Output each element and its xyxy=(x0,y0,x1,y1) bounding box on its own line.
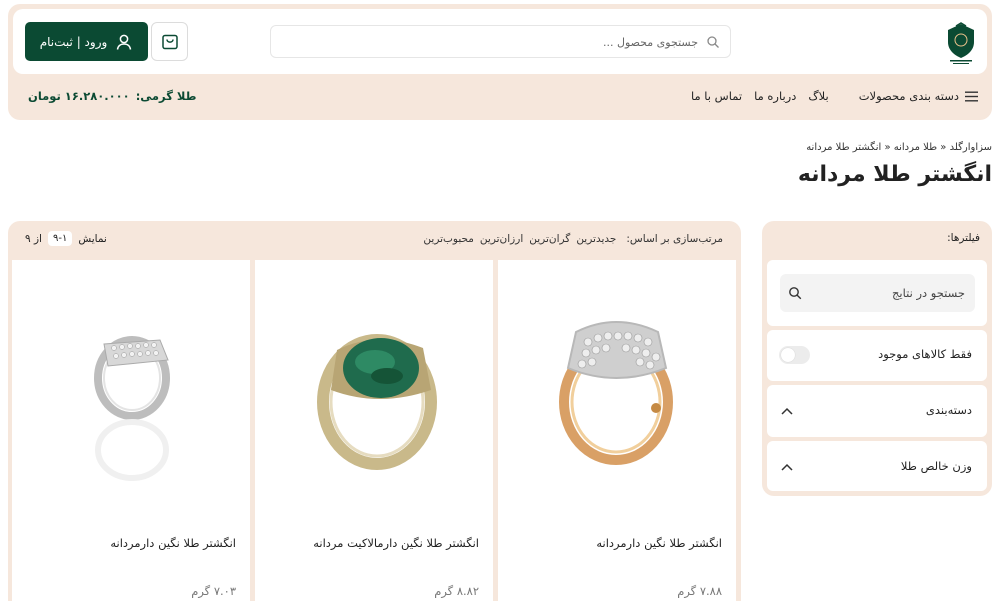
product-weight: ۷.۸۸ گرم xyxy=(677,584,722,598)
gold-price: طلا گرمی: ۱۶.۲۸۰.۰۰۰ تومان xyxy=(28,86,196,106)
sort-option[interactable]: ارزان‌ترین xyxy=(480,233,523,245)
sort-bar: مرتب‌سازی بر اساس: جدیدترین گران‌ترین ار… xyxy=(423,233,723,245)
page-title: انگشتر طلا مردانه xyxy=(797,162,992,187)
category-filter-label: دسته‌بندی xyxy=(925,403,972,417)
show-total: از ۹ xyxy=(25,232,42,245)
nav-label-contact: تماس با ما xyxy=(690,89,743,103)
hamburger-icon xyxy=(965,91,978,101)
breadcrumb[interactable]: سزاوارگلد « طلا مردانه « انگشتر طلا مردا… xyxy=(806,142,992,153)
chevron-up-icon[interactable] xyxy=(780,462,794,472)
results-count: نمایش ۹-۱ از ۹ xyxy=(25,231,107,246)
nav-item-categories[interactable]: دسته بندی محصولات xyxy=(859,89,978,103)
product-name[interactable]: انگشتر طلا نگین دارمالاکیت مردانه xyxy=(313,536,479,550)
user-icon xyxy=(117,34,132,50)
gold-price-label: طلا گرمی: xyxy=(135,89,197,103)
nav-item-blog[interactable]: بلاگ xyxy=(808,89,828,103)
chevron-up-icon[interactable] xyxy=(780,406,794,416)
shopping-bag-icon xyxy=(161,34,178,49)
nav-label-about: درباره ما xyxy=(754,89,797,103)
search-input[interactable] xyxy=(298,30,698,54)
show-label: نمایش xyxy=(78,232,107,245)
toggle-knob xyxy=(781,348,795,362)
search-icon xyxy=(707,36,719,48)
nav-item-contact[interactable]: تماس با ما xyxy=(691,89,742,103)
product-weight: ۸.۸۲ گرم xyxy=(434,584,479,598)
search-box[interactable] xyxy=(270,25,731,58)
filter-search-input[interactable] xyxy=(815,282,965,304)
search-icon xyxy=(789,287,802,300)
weight-filter-label: وزن خالص طلا xyxy=(900,459,972,473)
login-label: ورود | ثبت‌نام xyxy=(39,34,108,49)
filter-search-box[interactable] xyxy=(780,274,975,312)
nav-label-categories: دسته بندی محصولات xyxy=(858,89,959,103)
in-stock-label: فقط کالاهای موجود xyxy=(878,347,972,361)
cart-button[interactable] xyxy=(151,22,188,61)
nav-item-about[interactable]: درباره ما xyxy=(754,89,796,103)
product-weight: ۷.۰۳ گرم xyxy=(191,584,236,598)
login-register-button[interactable]: ورود | ثبت‌نام xyxy=(25,22,148,61)
product-card[interactable]: انگشتر طلا نگین دارمالاکیت مردانه ۸.۸۲ گ… xyxy=(255,260,493,601)
sort-option[interactable]: محبوب‌ترین xyxy=(423,233,474,245)
product-card[interactable]: انگشتر طلا نگین دارمردانه ۷.۰۳ گرم xyxy=(12,260,250,601)
product-name[interactable]: انگشتر طلا نگین دارمردانه xyxy=(596,536,722,550)
gold-price-value: ۱۶.۲۸۰.۰۰۰ تومان xyxy=(28,89,130,103)
product-image-ring-diamond[interactable] xyxy=(498,260,736,520)
nav-label-blog: بلاگ xyxy=(808,89,829,103)
shield-crest-logo[interactable] xyxy=(944,22,978,66)
in-stock-toggle[interactable] xyxy=(779,346,810,364)
sort-option[interactable]: گران‌ترین xyxy=(529,233,570,245)
sort-label: مرتب‌سازی بر اساس: xyxy=(626,233,723,245)
main-nav: دسته بندی محصولات بلاگ درباره ما تماس با… xyxy=(691,86,978,106)
product-image-ring-malachite[interactable] xyxy=(255,260,493,520)
product-card[interactable]: انگشتر طلا نگین دارمردانه ۷.۸۸ گرم xyxy=(498,260,736,601)
filters-title: فیلترها: xyxy=(947,232,980,244)
product-image-ring-silver[interactable] xyxy=(12,260,250,520)
sort-option[interactable]: جدیدترین xyxy=(576,233,616,245)
product-name[interactable]: انگشتر طلا نگین دارمردانه xyxy=(110,536,236,550)
show-range[interactable]: ۹-۱ xyxy=(47,231,73,246)
